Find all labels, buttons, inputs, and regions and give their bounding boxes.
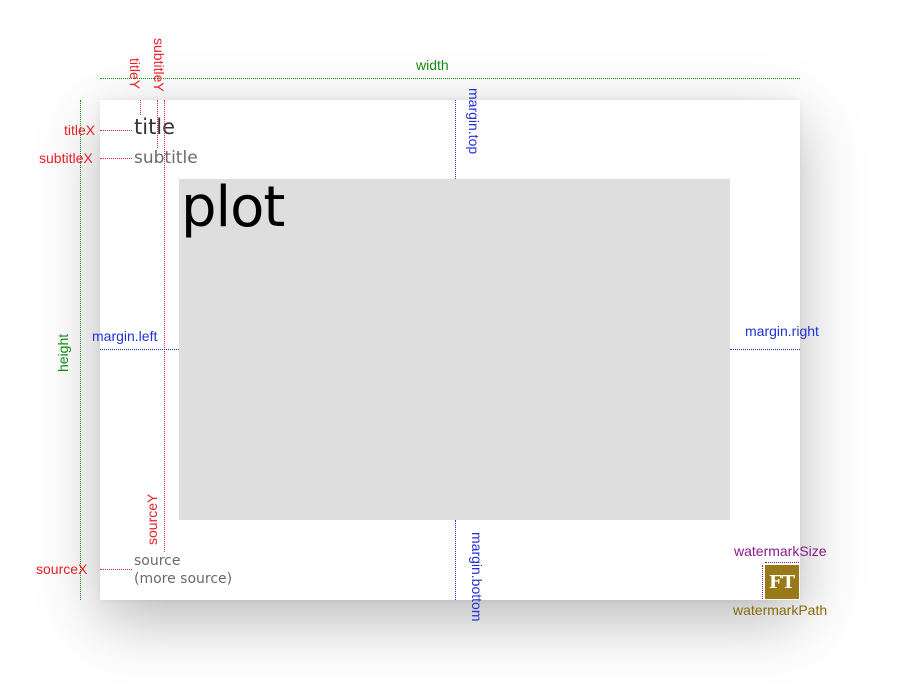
margin-right-label: margin.right bbox=[745, 323, 819, 339]
height-guide bbox=[80, 100, 81, 600]
width-label: width bbox=[416, 57, 449, 73]
sourceY-label: sourceY bbox=[144, 493, 160, 545]
margin-bottom-guide bbox=[455, 520, 456, 600]
plot-label: plot bbox=[181, 175, 285, 240]
titleX-label: titleX bbox=[64, 122, 96, 138]
source-line-2: (more source) bbox=[134, 571, 233, 587]
watermark-size-guide-v bbox=[762, 565, 763, 599]
height-label: height bbox=[55, 333, 71, 372]
sourceX-label: sourceX bbox=[36, 561, 88, 577]
chart-subtitle: subtitle bbox=[134, 148, 198, 168]
sourceX-guide bbox=[100, 569, 132, 570]
width-guide bbox=[100, 78, 800, 79]
watermark-size-label: watermarkSize bbox=[734, 543, 827, 559]
chart-title: title bbox=[134, 115, 176, 139]
watermark-size-guide bbox=[765, 562, 799, 563]
subtitleX-guide bbox=[100, 158, 132, 159]
titleX-guide bbox=[100, 130, 132, 131]
subtitleY-guide bbox=[157, 100, 158, 148]
margin-left-guide bbox=[100, 349, 179, 350]
margin-right-guide bbox=[730, 349, 800, 350]
watermark-path-label: watermarkPath bbox=[733, 602, 828, 618]
margin-left-label: margin.left bbox=[92, 328, 158, 344]
titleY-label: titleY bbox=[127, 58, 143, 90]
source-line-1: source bbox=[134, 553, 181, 569]
subtitleX-label: subtitleX bbox=[39, 150, 93, 166]
margin-top-label: margin.top bbox=[466, 88, 482, 155]
titleY-guide bbox=[140, 100, 141, 115]
margin-bottom-label: margin.bottom bbox=[469, 532, 485, 622]
source-text: source (more source) bbox=[134, 552, 232, 588]
sourceY-guide bbox=[164, 100, 165, 552]
subtitleY-label: subtitleY bbox=[151, 38, 167, 92]
margin-top-guide bbox=[455, 100, 456, 179]
watermark-logo: FT bbox=[765, 565, 799, 599]
